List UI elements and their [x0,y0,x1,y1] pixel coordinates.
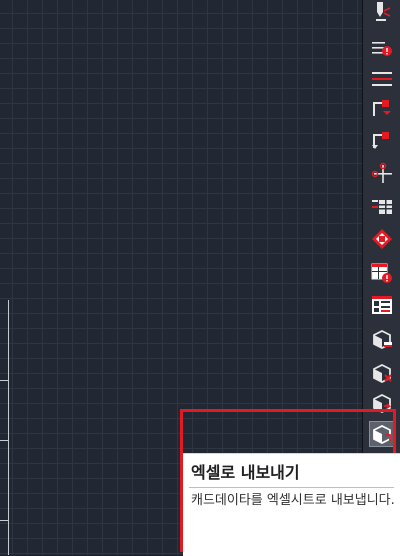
lines-alert-tool-icon [372,42,392,56]
tooltip: 엑셀로 내보내기 캐드데이타를 엑셀시트로 내보냅니다. [183,453,400,556]
table-calc-tool-button[interactable] [369,292,395,318]
cube-arrow-tool-button[interactable] [369,390,395,416]
pen-move-tool-icon [376,2,391,21]
table-alert-tool-icon [371,263,392,283]
grid-table-tool-icon [372,200,392,214]
drawing-frame-edge [0,300,9,555]
dimension-lines-tool-icon [372,72,392,86]
table-alert-tool-button[interactable] [369,260,395,286]
cube-arrow-tool-icon [373,393,392,414]
tooltip-separator [189,487,394,488]
corner-arrow-down-tool-icon [373,100,391,116]
pen-move-tool-button[interactable] [369,0,395,26]
diamond-grid-tool-icon [372,229,392,249]
diamond-grid-tool-button[interactable] [369,226,395,252]
tooltip-description: 캐드데이타를 엑셀시트로 내보냅니다. [191,493,395,508]
tooltip-title: 엑셀로 내보내기 [191,463,300,482]
grid-table-tool-button[interactable] [369,194,395,220]
excel-export-tool-icon [373,424,391,445]
cube-tool-icon [373,329,392,350]
cube-close-tool-icon [373,363,392,384]
cube-tool-button[interactable] [369,326,395,352]
cube-close-tool-button[interactable] [369,360,395,386]
corner-arrow-tool-button[interactable] [369,128,395,154]
dimension-lines-tool-button[interactable] [369,66,395,92]
corner-arrow-down-tool-button[interactable] [369,96,395,122]
lines-alert-tool-button[interactable] [369,36,395,62]
point-crosshair-tool-icon [371,162,392,183]
excel-export-tool-button[interactable] [369,421,395,447]
point-crosshair-tool-button[interactable] [369,160,395,186]
table-calc-tool-icon [372,296,392,314]
corner-arrow-tool-icon [372,132,389,149]
